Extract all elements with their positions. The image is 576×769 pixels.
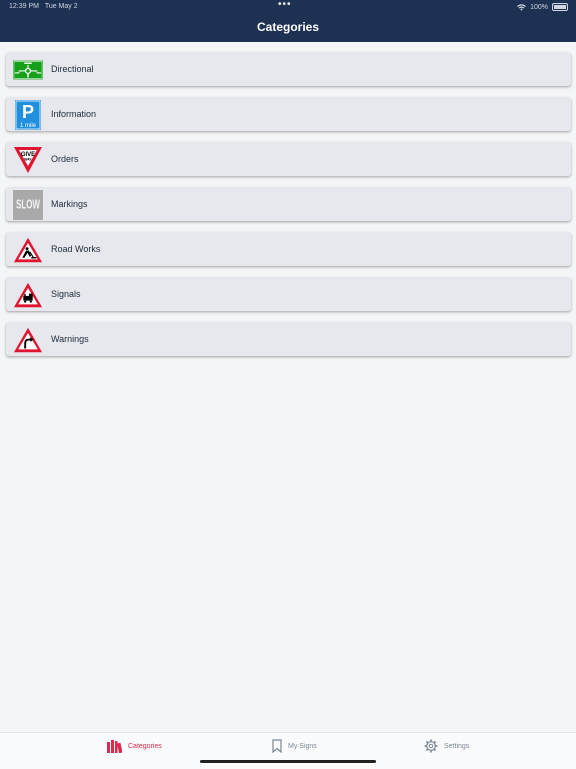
svg-text:P: P: [22, 102, 34, 122]
tab-label: Categories: [128, 742, 162, 750]
status-bar-right: 100%: [517, 3, 568, 11]
parking-sign-icon: P1 mile: [13, 100, 43, 130]
status-bar-time: 12:39 PM Tue May 2: [9, 3, 78, 10]
level-crossing-sign-icon: [13, 280, 43, 310]
category-row-markings[interactable]: SLOW Markings: [6, 187, 571, 221]
battery-icon: [552, 3, 568, 11]
category-label: Markings: [51, 199, 88, 209]
wifi-icon: [517, 3, 526, 11]
svg-text:1 mile: 1 mile: [20, 123, 37, 129]
category-row-warnings[interactable]: Warnings: [6, 322, 571, 356]
tab-settings[interactable]: Settings: [424, 739, 469, 753]
svg-text:SLOW: SLOW: [16, 198, 41, 212]
category-label: Directional: [51, 64, 94, 74]
tab-label: Settings: [444, 742, 470, 750]
multitasking-dots-icon[interactable]: •••: [278, 0, 292, 10]
category-row-information[interactable]: P1 mile Information: [6, 97, 571, 131]
category-row-orders[interactable]: GIVE WAY Orders: [6, 142, 571, 176]
category-label: Road Works: [51, 244, 101, 254]
roundabout-sign-icon: [13, 55, 43, 85]
give-way-sign-icon: GIVE WAY: [13, 145, 43, 175]
gear-icon: [424, 739, 438, 753]
page-title: Categories: [256, 20, 320, 34]
tab-categories[interactable]: Categories: [107, 739, 162, 753]
home-indicator[interactable]: [200, 760, 376, 763]
books-icon: [107, 740, 122, 753]
navigation-bar: 12:39 PM Tue May 2 ••• 100% Categories: [0, 0, 576, 42]
tab-label: My Signs: [288, 742, 317, 750]
category-label: Signals: [51, 289, 81, 299]
tab-my-signs[interactable]: My Signs: [272, 739, 317, 753]
svg-text:WAY: WAY: [24, 158, 32, 162]
category-list: Directional P1 mile Information GIVE WAY …: [6, 52, 571, 367]
category-row-road-works[interactable]: Road Works: [6, 232, 571, 266]
category-label: Warnings: [51, 334, 89, 344]
category-row-signals[interactable]: Signals: [6, 277, 571, 311]
road-works-sign-icon: [13, 235, 43, 265]
bookmark-icon: [272, 739, 282, 753]
bend-warning-sign-icon: [13, 325, 43, 355]
battery-percentage: 100%: [530, 3, 548, 11]
category-label: Information: [51, 109, 97, 119]
category-label: Orders: [51, 154, 79, 164]
category-row-directional[interactable]: Directional: [6, 52, 571, 86]
tab-bar: Categories My Signs Settings: [0, 732, 576, 769]
slow-marking-icon: SLOW: [13, 190, 43, 220]
